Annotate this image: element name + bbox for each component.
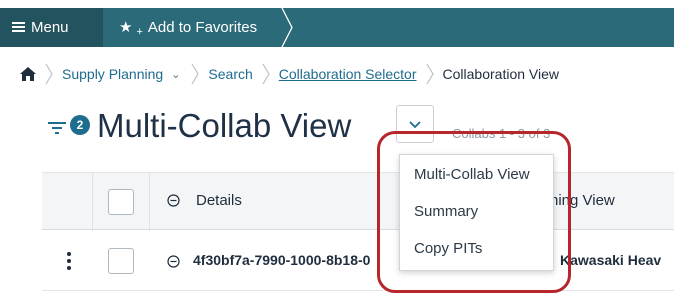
collab-id-cell: 4f30bf7a-7990-1000-8b18-0 xyxy=(193,252,371,268)
collapse-icon[interactable] xyxy=(167,255,180,268)
details-column-header[interactable]: Details xyxy=(196,192,242,209)
breadcrumb-supply-planning[interactable]: Supply Planning xyxy=(62,66,163,82)
filter-count-badge: 2 xyxy=(70,115,90,135)
top-navigation-bar: Menu ★ + Add to Favorites xyxy=(0,0,674,47)
page-title: Multi-Collab View xyxy=(97,107,352,144)
add-to-favorites-label: Add to Favorites xyxy=(147,19,258,36)
filter-icon[interactable] xyxy=(48,121,66,135)
column-divider xyxy=(92,173,93,231)
breadcrumb-search[interactable]: Search xyxy=(208,66,252,82)
breadcrumb-separator-icon xyxy=(426,63,434,85)
row-checkbox[interactable] xyxy=(108,248,134,274)
collapse-icon[interactable] xyxy=(167,194,180,207)
column-divider xyxy=(149,173,150,231)
breadcrumb-collaboration-selector[interactable]: Collaboration Selector xyxy=(279,66,417,82)
home-icon[interactable] xyxy=(20,67,36,81)
table-row: 4f30bf7a-7990-1000-8b18-0 Kawasaki Heav xyxy=(42,231,674,291)
kebab-menu-icon[interactable] xyxy=(67,252,71,270)
vendor-cell: Kawasaki Heav xyxy=(560,252,662,268)
menu-item-summary[interactable]: Summary xyxy=(414,203,478,220)
menu-label: Menu xyxy=(31,19,69,36)
chevron-right-icon xyxy=(281,8,293,47)
menu-button[interactable]: Menu xyxy=(0,8,103,47)
add-to-favorites-button[interactable]: ★ + Add to Favorites xyxy=(103,8,257,47)
star-icon: ★ xyxy=(119,19,133,36)
menu-item-multi-collab-view[interactable]: Multi-Collab View xyxy=(414,166,530,183)
breadcrumb-separator-icon xyxy=(45,63,53,85)
view-selector-button[interactable] xyxy=(396,105,434,143)
breadcrumb: Supply Planning ⌄ Search Collaboration S… xyxy=(20,60,559,88)
chevron-down-icon xyxy=(409,120,421,128)
chevron-down-icon[interactable]: ⌄ xyxy=(171,68,180,81)
hamburger-icon xyxy=(12,22,25,33)
select-all-checkbox[interactable] xyxy=(108,189,134,215)
breadcrumb-separator-icon xyxy=(262,63,270,85)
breadcrumb-separator-icon xyxy=(191,63,200,85)
breadcrumb-collaboration-view: Collaboration View xyxy=(442,66,559,82)
planning-view-column-header[interactable]: ning View xyxy=(550,192,615,209)
collabs-count: Collabs 1 - 3 of 3 xyxy=(452,126,551,141)
view-dropdown-menu: Multi-Collab View Summary Copy PITs xyxy=(399,154,554,271)
table-header: Details ning View xyxy=(42,172,674,231)
top-strip xyxy=(0,0,674,8)
menu-item-copy-pits[interactable]: Copy PITs xyxy=(414,240,482,257)
plus-icon: + xyxy=(136,25,143,38)
